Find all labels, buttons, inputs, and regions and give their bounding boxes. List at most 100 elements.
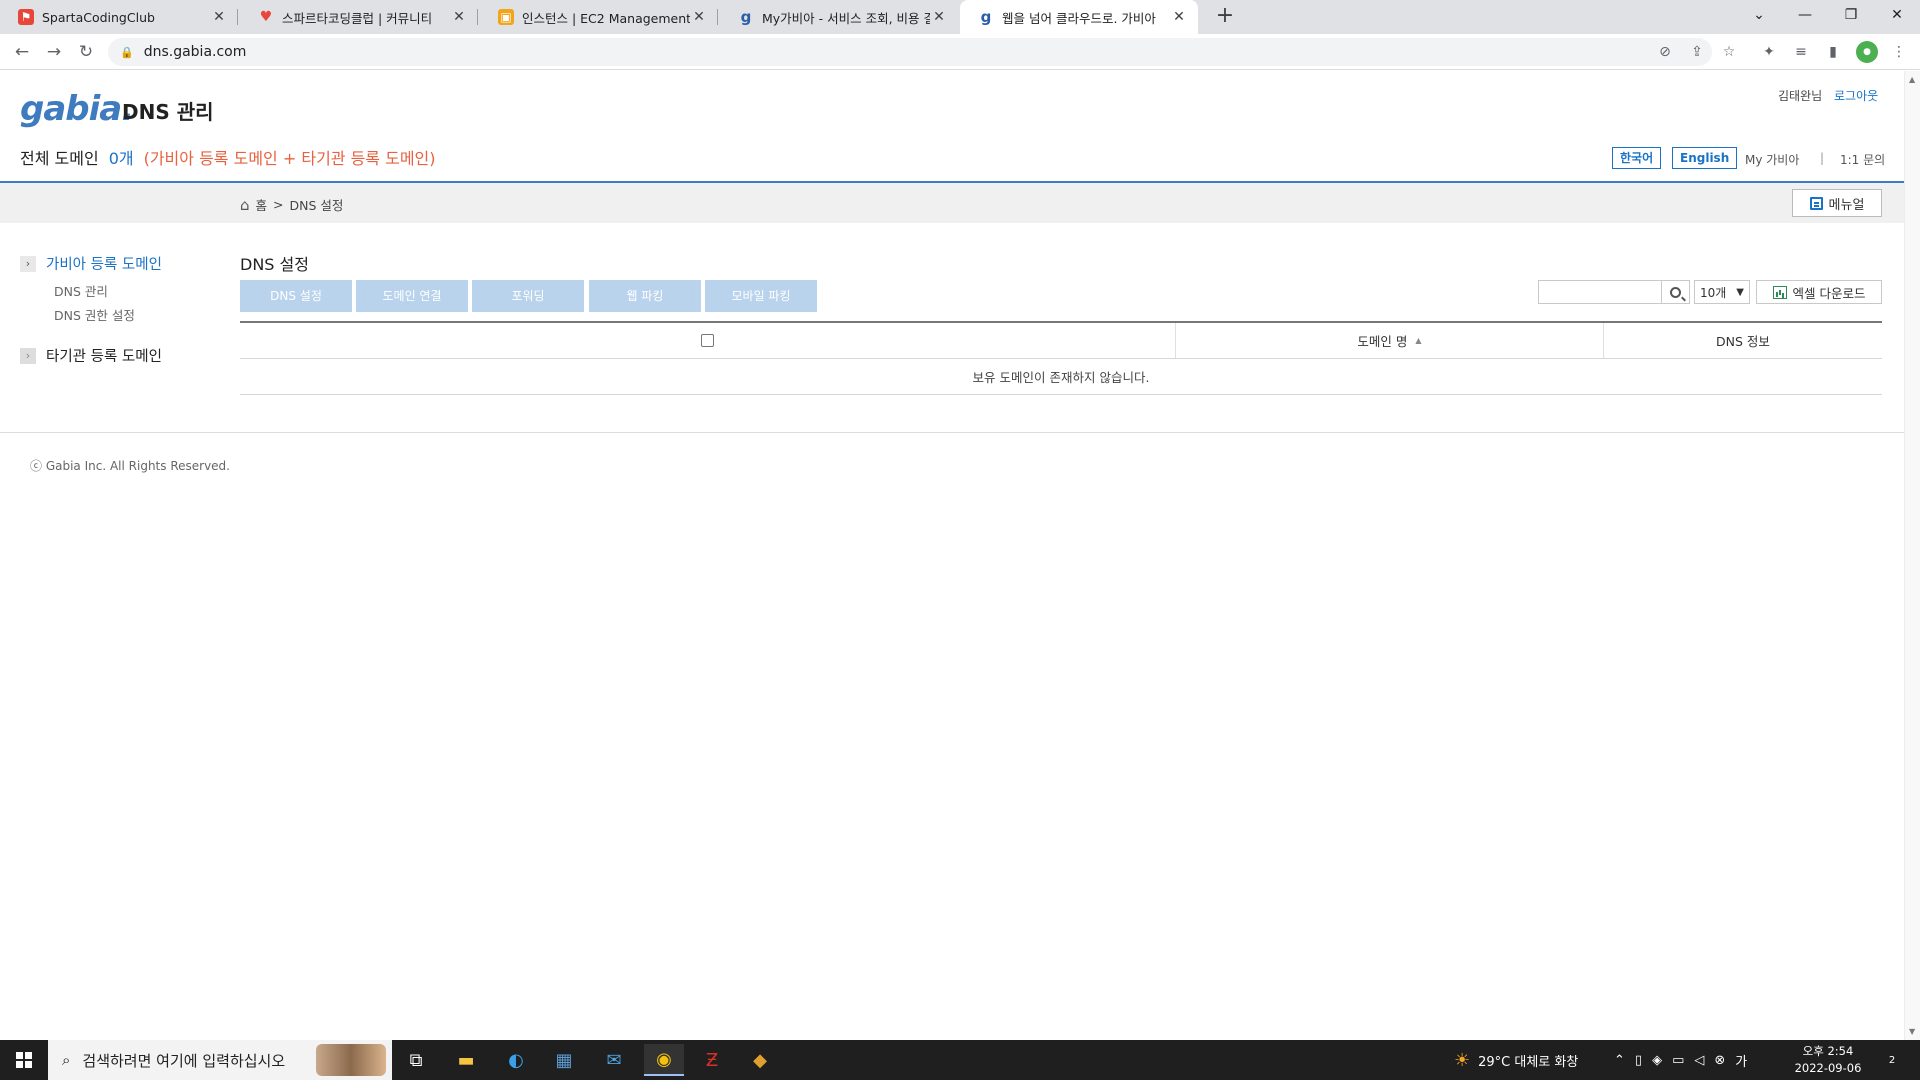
tray-close-icon[interactable]: ⊗ xyxy=(1714,1053,1725,1068)
excel-download-button[interactable]: 엑셀 다운로드 xyxy=(1756,280,1882,304)
empty-table-message: 보유 도메인이 존재하지 않습니다. xyxy=(240,359,1882,395)
gabia-logo[interactable]: gabia. xyxy=(20,89,134,129)
excel-chart-icon xyxy=(1772,285,1787,299)
extensions-icon[interactable]: ✦ xyxy=(1760,43,1778,61)
manual-button[interactable]: 메뉴얼 xyxy=(1792,189,1882,217)
taskbar-search-placeholder: 검색하려면 여기에 입력하십시오 xyxy=(82,1051,286,1070)
close-icon[interactable]: ✕ xyxy=(690,8,708,26)
lang-korean-button[interactable]: 한국어 xyxy=(1612,147,1662,169)
sidebar-item-dns-management[interactable]: DNS 관리 xyxy=(54,281,108,300)
app-title: DNS 관리 xyxy=(122,100,214,124)
browser-tab[interactable]: g My가비아 - 서비스 조회, 비용 결 ✕ xyxy=(720,0,958,34)
clock-date: 2022-09-06 xyxy=(1794,1061,1862,1075)
tracking-blocked-icon[interactable]: ⊘ xyxy=(1656,43,1674,61)
breadcrumb-home[interactable]: 홈 xyxy=(256,195,268,214)
ime-icon[interactable]: 가 xyxy=(1735,1051,1747,1070)
browser-tab-strip: ⚑ SpartaCodingClub ✕ ♥ 스파르타코딩클럽 | 커뮤니티 ✕… xyxy=(0,0,1920,34)
close-icon[interactable]: ✕ xyxy=(930,8,948,26)
start-button[interactable] xyxy=(0,1040,48,1080)
dns-settings-button[interactable]: DNS 설정 xyxy=(240,280,352,312)
browser-menu-icon[interactable]: ⋮ xyxy=(1890,43,1908,61)
scroll-down-icon[interactable]: ▼ xyxy=(1909,1027,1915,1036)
home-icon[interactable]: ⌂ xyxy=(240,196,250,214)
browser-tab[interactable]: ♥ 스파르타코딩클럽 | 커뮤니티 ✕ xyxy=(240,0,478,34)
page-size-select[interactable]: 10개 ▼ xyxy=(1694,280,1750,304)
column-header-dns-info: DNS 정보 xyxy=(1716,334,1770,349)
filezilla-icon[interactable]: Ƶ xyxy=(692,1044,732,1076)
breadcrumb-bar: ⌂ 홈 > DNS 설정 메뉴얼 xyxy=(0,183,1904,223)
tray-device-icon[interactable]: ▯ xyxy=(1635,1053,1642,1068)
bookmark-star-icon[interactable]: ☆ xyxy=(1720,43,1738,61)
domain-count-label: 전체 도메인 xyxy=(20,149,99,168)
manual-button-label: 메뉴얼 xyxy=(1828,197,1865,213)
close-window-button[interactable]: ✕ xyxy=(1874,0,1920,30)
domain-count-value[interactable]: 0개 xyxy=(109,145,134,169)
column-header-domain-name[interactable]: 도메인 명 ▲ xyxy=(1176,323,1604,358)
forward-icon[interactable]: → xyxy=(42,40,66,64)
web-parking-button[interactable]: 웹 파킹 xyxy=(589,280,701,312)
browser-tab[interactable]: ⚑ SpartaCodingClub ✕ xyxy=(0,0,238,34)
sidebar-group-gabia-domains[interactable]: › 가비아 등록 도메인 xyxy=(20,253,162,274)
logout-link[interactable]: 로그아웃 xyxy=(1834,87,1878,104)
address-bar-row: ← → ↻ 🔒 dns.gabia.com ⊘ ⇪ ☆ ✦ ≡ ▮ ⋮ xyxy=(0,34,1920,70)
url-field[interactable]: 🔒 dns.gabia.com xyxy=(108,38,1712,66)
link-separator: | xyxy=(1820,151,1825,165)
tab-title: 웹을 넘어 클라우드로. 가비아 xyxy=(1002,10,1156,26)
back-icon[interactable]: ← xyxy=(10,40,34,64)
network-icon[interactable]: ▭ xyxy=(1672,1053,1684,1068)
store-icon[interactable]: ▦ xyxy=(544,1044,584,1076)
browser-tab-active[interactable]: g 웹을 넘어 클라우드로. 가비아 ✕ xyxy=(960,0,1198,34)
mail-icon[interactable]: ✉ xyxy=(594,1044,634,1076)
url-text: dns.gabia.com xyxy=(143,44,247,60)
heart-icon: ♥ xyxy=(259,9,273,25)
edge-icon[interactable]: ◐ xyxy=(496,1044,536,1076)
reload-icon[interactable]: ↻ xyxy=(74,40,98,64)
new-tab-button[interactable]: + xyxy=(1212,4,1238,30)
tab-title: 인스턴스 | EC2 Management Co xyxy=(522,10,690,26)
tab-title: 스파르타코딩클럽 | 커뮤니티 xyxy=(282,10,433,26)
sourcetree-icon[interactable]: ◆ xyxy=(740,1044,780,1076)
share-icon[interactable]: ⇪ xyxy=(1688,43,1706,61)
weather-widget[interactable]: ☀ 29°C 대체로 화창 xyxy=(1454,1040,1578,1080)
profile-avatar[interactable]: ● xyxy=(1856,41,1878,63)
tray-chevron-up-icon[interactable]: ⌃ xyxy=(1614,1053,1625,1068)
taskbar-search[interactable]: ⌕ 검색하려면 여기에 입력하십시오 xyxy=(48,1040,392,1080)
chevron-right-icon: › xyxy=(20,255,36,272)
sidebar-item-dns-permission[interactable]: DNS 권한 설정 xyxy=(54,305,135,324)
minimize-button[interactable]: — xyxy=(1782,0,1828,30)
select-all-header xyxy=(240,323,1176,358)
scroll-up-icon[interactable]: ▲ xyxy=(1909,75,1915,84)
restore-button[interactable]: ❐ xyxy=(1828,0,1874,30)
search-button[interactable] xyxy=(1662,280,1690,304)
browser-tab[interactable]: ▣ 인스턴스 | EC2 Management Co ✕ xyxy=(480,0,718,34)
side-panel-icon[interactable]: ▮ xyxy=(1824,43,1842,61)
lang-english-button[interactable]: English xyxy=(1672,147,1738,169)
breadcrumb-separator: > xyxy=(273,197,284,212)
close-icon[interactable]: ✕ xyxy=(450,8,468,26)
my-gabia-link[interactable]: My 가비아 xyxy=(1745,151,1799,168)
aws-cube-icon: ▣ xyxy=(498,9,514,25)
domain-search-input[interactable] xyxy=(1538,280,1662,304)
sidebar-group-other-domains[interactable]: › 타기관 등록 도메인 xyxy=(20,345,162,366)
search-icon: ⌕ xyxy=(62,1051,71,1069)
page-scrollbar[interactable]: ▲ ▼ xyxy=(1904,71,1920,1040)
footer-divider xyxy=(0,432,1904,433)
close-icon[interactable]: ✕ xyxy=(210,8,228,26)
volume-icon[interactable]: ◁ xyxy=(1694,1053,1704,1068)
close-icon[interactable]: ✕ xyxy=(1170,8,1188,26)
reading-list-icon[interactable]: ≡ xyxy=(1792,43,1810,61)
task-view-icon[interactable]: ⧉ xyxy=(396,1044,436,1076)
select-all-checkbox[interactable] xyxy=(701,334,714,347)
tray-app-icon[interactable]: ◈ xyxy=(1652,1053,1662,1068)
tab-search-icon[interactable]: ⌄ xyxy=(1736,0,1782,30)
forwarding-button[interactable]: 포워딩 xyxy=(472,280,584,312)
inquiry-link[interactable]: 1:1 문의 xyxy=(1840,151,1885,168)
manual-list-icon xyxy=(1809,196,1823,210)
notification-center-icon[interactable]: 2 xyxy=(1880,1048,1904,1072)
file-explorer-icon[interactable]: ▬ xyxy=(446,1044,486,1076)
page-content: gabia. DNS 관리 김태완님 로그아웃 전체 도메인 0개 (가비아 등… xyxy=(0,71,1904,1040)
chrome-icon[interactable]: ◉ xyxy=(644,1044,684,1076)
domain-connect-button[interactable]: 도메인 연결 xyxy=(356,280,468,312)
mobile-parking-button[interactable]: 모바일 파킹 xyxy=(705,280,817,312)
taskbar-clock[interactable]: 오후 2:54 2022-09-06 xyxy=(1780,1043,1876,1077)
